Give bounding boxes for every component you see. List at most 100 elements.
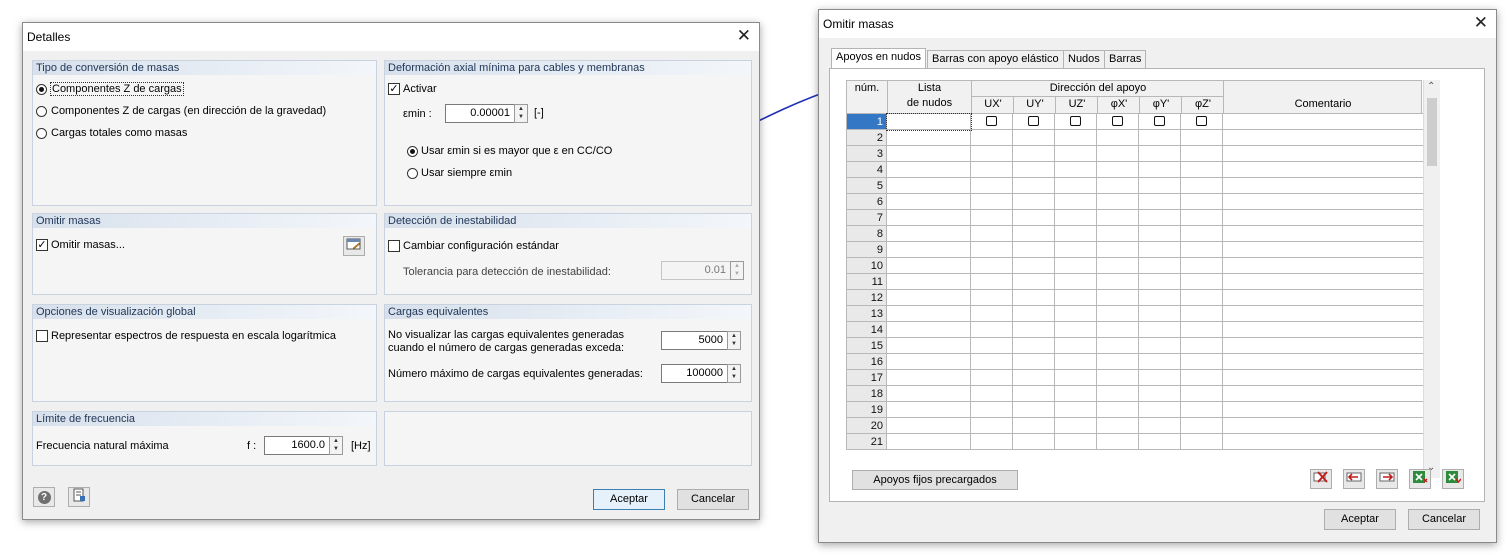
table-row[interactable]: 6 — [846, 193, 1424, 210]
direccion-cell[interactable] — [1138, 113, 1181, 130]
direccion-cell[interactable] — [1012, 321, 1055, 338]
edit-omitir-masas-button[interactable] — [343, 236, 365, 256]
direccion-cell[interactable] — [1012, 193, 1055, 210]
direccion-cell[interactable] — [1180, 113, 1223, 130]
direccion-cell[interactable] — [1054, 337, 1097, 354]
direccion-cell[interactable] — [1054, 401, 1097, 418]
activar-label[interactable]: Activar — [403, 83, 437, 95]
row-number[interactable]: 3 — [846, 145, 887, 162]
row-number[interactable]: 10 — [846, 257, 887, 274]
table-row[interactable]: 8 — [846, 225, 1424, 242]
max-cargas-generadas-spinner[interactable]: ▲ ▼ — [727, 364, 741, 383]
row-number[interactable]: 13 — [846, 305, 887, 322]
table-row[interactable]: 9 — [846, 241, 1424, 258]
row-number[interactable]: 7 — [846, 209, 887, 226]
row-number[interactable]: 2 — [846, 129, 887, 146]
frecuencia-spinner[interactable]: ▲ ▼ — [329, 436, 343, 455]
row-number[interactable]: 5 — [846, 177, 887, 194]
omitir-aceptar-button[interactable]: Aceptar — [1324, 509, 1396, 530]
table-row[interactable]: 15 — [846, 337, 1424, 354]
row-checkbox[interactable] — [1112, 116, 1123, 126]
direccion-cell[interactable] — [1096, 369, 1139, 386]
radio-usar-emin-mayor-label[interactable]: Usar εmin si es mayor que ε en CC/CO — [421, 145, 612, 157]
direccion-cell[interactable] — [1012, 177, 1055, 194]
direccion-cell[interactable] — [1180, 401, 1223, 418]
direccion-cell[interactable] — [1096, 337, 1139, 354]
comentario-cell[interactable] — [1222, 161, 1424, 178]
emin-input[interactable]: 0.00001 — [445, 104, 515, 123]
radio-usar-siempre-emin[interactable] — [407, 168, 418, 179]
export-row-button[interactable] — [1376, 469, 1398, 489]
direccion-cell[interactable] — [1138, 225, 1181, 242]
table-row[interactable]: 12 — [846, 289, 1424, 306]
direccion-cell[interactable] — [1012, 257, 1055, 274]
emin-spinner[interactable]: ▲ ▼ — [514, 104, 528, 123]
radio-cargas-totales[interactable] — [36, 128, 47, 139]
direccion-cell[interactable] — [970, 161, 1013, 178]
direccion-cell[interactable] — [970, 289, 1013, 306]
direccion-cell[interactable] — [1138, 161, 1181, 178]
lista-nudos-cell[interactable] — [886, 353, 971, 370]
direccion-cell[interactable] — [970, 177, 1013, 194]
direccion-cell[interactable] — [1054, 225, 1097, 242]
excel-import-button[interactable] — [1409, 469, 1431, 489]
direccion-cell[interactable] — [1096, 273, 1139, 290]
direccion-cell[interactable] — [1096, 257, 1139, 274]
row-checkbox[interactable] — [1154, 116, 1165, 126]
comentario-cell[interactable] — [1222, 193, 1424, 210]
direccion-cell[interactable] — [1096, 353, 1139, 370]
direccion-cell[interactable] — [1012, 225, 1055, 242]
direccion-cell[interactable] — [1180, 433, 1223, 450]
lista-nudos-cell[interactable] — [885, 112, 972, 131]
direccion-cell[interactable] — [1180, 337, 1223, 354]
row-number[interactable]: 6 — [846, 193, 887, 210]
comentario-cell[interactable] — [1222, 289, 1424, 306]
close-icon[interactable]: ✕ — [737, 26, 751, 46]
radio-componentes-z-gravedad[interactable] — [36, 106, 47, 117]
row-number[interactable]: 14 — [846, 321, 887, 338]
direccion-cell[interactable] — [1138, 337, 1181, 354]
max-cargas-visualizar-spinner[interactable]: ▲ ▼ — [727, 331, 741, 350]
direccion-cell[interactable] — [1096, 129, 1139, 146]
direccion-cell[interactable] — [1054, 113, 1097, 130]
direccion-cell[interactable] — [1138, 241, 1181, 258]
direccion-cell[interactable] — [1180, 241, 1223, 258]
direccion-cell[interactable] — [1138, 433, 1181, 450]
lista-nudos-cell[interactable] — [886, 225, 971, 242]
direccion-cell[interactable] — [1096, 193, 1139, 210]
row-checkbox[interactable] — [1196, 116, 1207, 126]
table-row[interactable]: 3 — [846, 145, 1424, 162]
cambiar-config-checkbox[interactable] — [388, 240, 400, 252]
direccion-cell[interactable] — [1138, 273, 1181, 290]
direccion-cell[interactable] — [1054, 129, 1097, 146]
comentario-cell[interactable] — [1222, 241, 1424, 258]
lista-nudos-cell[interactable] — [886, 417, 971, 434]
direccion-cell[interactable] — [1096, 241, 1139, 258]
direccion-cell[interactable] — [1012, 433, 1055, 450]
direccion-cell[interactable] — [1012, 305, 1055, 322]
direccion-cell[interactable] — [1012, 337, 1055, 354]
cambiar-config-label[interactable]: Cambiar configuración estándar — [403, 240, 559, 252]
direccion-cell[interactable] — [1096, 225, 1139, 242]
table-row[interactable]: 2 — [846, 129, 1424, 146]
omitir-cancelar-button[interactable]: Cancelar — [1408, 509, 1480, 530]
direccion-cell[interactable] — [1054, 161, 1097, 178]
row-checkbox[interactable] — [1028, 116, 1039, 126]
comentario-cell[interactable] — [1222, 321, 1424, 338]
detalles-cancelar-button[interactable]: Cancelar — [677, 489, 749, 510]
direccion-cell[interactable] — [970, 129, 1013, 146]
detalles-aceptar-button[interactable]: Aceptar — [593, 489, 665, 510]
direccion-cell[interactable] — [1180, 321, 1223, 338]
lista-nudos-cell[interactable] — [886, 177, 971, 194]
direccion-cell[interactable] — [1054, 273, 1097, 290]
lista-nudos-cell[interactable] — [886, 369, 971, 386]
direccion-cell[interactable] — [1096, 145, 1139, 162]
table-row[interactable]: 5 — [846, 177, 1424, 194]
row-number[interactable]: 12 — [846, 289, 887, 306]
direccion-cell[interactable] — [1054, 177, 1097, 194]
direccion-cell[interactable] — [970, 321, 1013, 338]
direccion-cell[interactable] — [970, 305, 1013, 322]
row-number[interactable]: 4 — [846, 161, 887, 178]
table-row[interactable]: 4 — [846, 161, 1424, 178]
direccion-cell[interactable] — [1180, 209, 1223, 226]
